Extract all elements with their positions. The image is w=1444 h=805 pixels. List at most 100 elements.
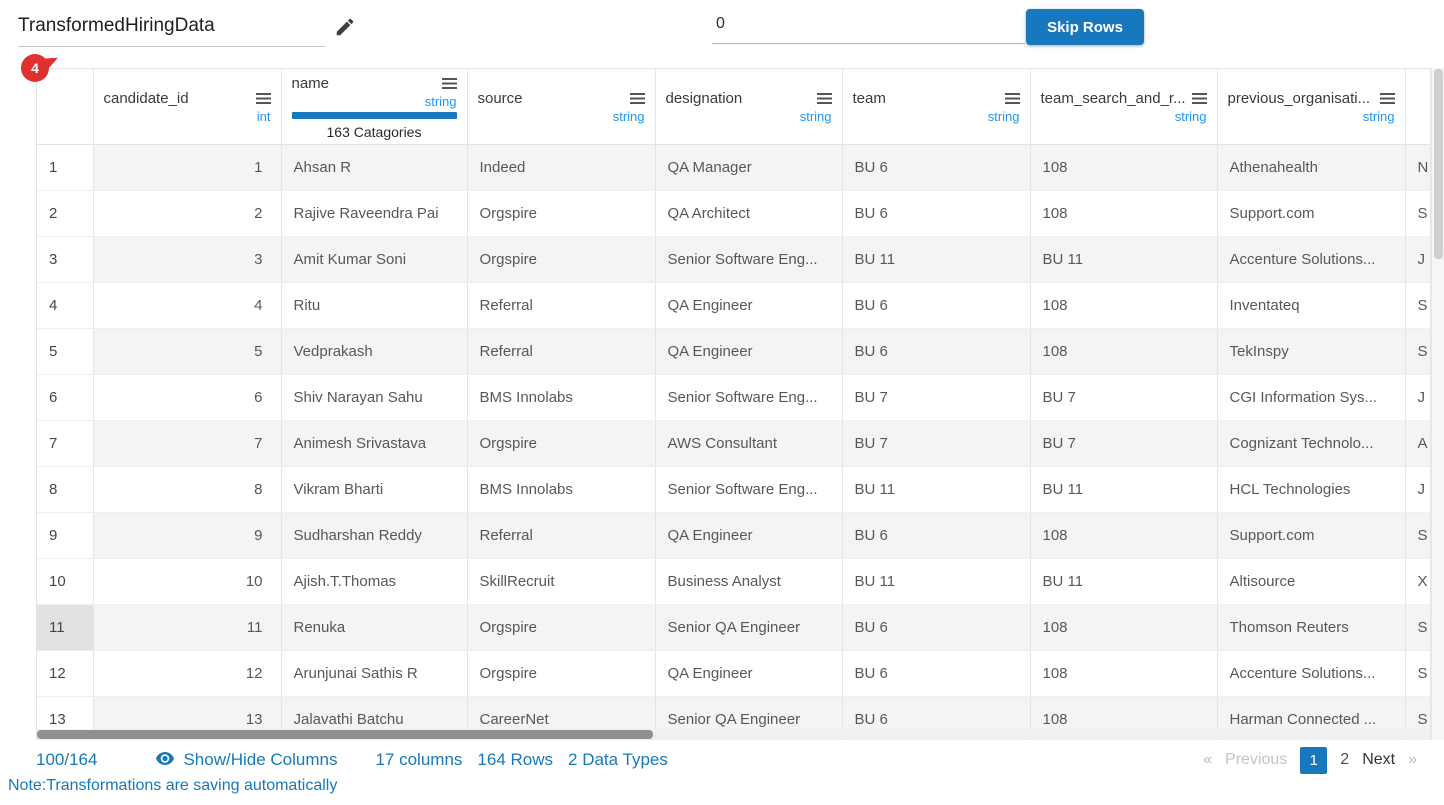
- horizontal-scrollbar[interactable]: [37, 729, 1430, 740]
- cell-team[interactable]: BU 11: [842, 559, 1030, 605]
- cell-name[interactable]: Arunjunai Sathis R: [281, 651, 467, 697]
- cell-candidate_id[interactable]: 10: [93, 559, 281, 605]
- cell-overflow[interactable]: J: [1405, 375, 1431, 421]
- cell-candidate_id[interactable]: 4: [93, 283, 281, 329]
- column-menu-icon[interactable]: [1380, 93, 1395, 104]
- cell-designation[interactable]: Business Analyst: [655, 559, 842, 605]
- cell-source[interactable]: Orgspire: [467, 605, 655, 651]
- column-header-candidate_id[interactable]: candidate_id int: [93, 69, 281, 145]
- table-row[interactable]: 44RituReferralQA EngineerBU 6108Inventat…: [37, 283, 1431, 329]
- cell-previous_organisation[interactable]: Thomson Reuters: [1217, 605, 1405, 651]
- table-row[interactable]: 11Ahsan RIndeedQA ManagerBU 6108Athenahe…: [37, 145, 1431, 191]
- cell-designation[interactable]: AWS Consultant: [655, 421, 842, 467]
- cell-source[interactable]: BMS Innolabs: [467, 467, 655, 513]
- cell-team_search_and_result[interactable]: 108: [1030, 651, 1217, 697]
- cell-candidate_id[interactable]: 11: [93, 605, 281, 651]
- cell-previous_organisation[interactable]: Cognizant Technolo...: [1217, 421, 1405, 467]
- column-menu-icon[interactable]: [442, 78, 457, 89]
- cell-designation[interactable]: Senior QA Engineer: [655, 605, 842, 651]
- cell-team[interactable]: BU 11: [842, 237, 1030, 283]
- column-header-team[interactable]: team string: [842, 69, 1030, 145]
- cell-team_search_and_result[interactable]: 108: [1030, 513, 1217, 559]
- cell-candidate_id[interactable]: 3: [93, 237, 281, 283]
- cell-name[interactable]: Renuka: [281, 605, 467, 651]
- cell-designation[interactable]: QA Engineer: [655, 513, 842, 559]
- cell-candidate_id[interactable]: 7: [93, 421, 281, 467]
- column-menu-icon[interactable]: [1005, 93, 1020, 104]
- row-number[interactable]: 9: [37, 513, 93, 559]
- cell-overflow[interactable]: S: [1405, 329, 1431, 375]
- cell-team_search_and_result[interactable]: 108: [1030, 145, 1217, 191]
- row-number[interactable]: 7: [37, 421, 93, 467]
- cell-team[interactable]: BU 6: [842, 651, 1030, 697]
- cell-previous_organisation[interactable]: Altisource: [1217, 559, 1405, 605]
- table-row[interactable]: 1111RenukaOrgspireSenior QA EngineerBU 6…: [37, 605, 1431, 651]
- row-number[interactable]: 5: [37, 329, 93, 375]
- cell-overflow[interactable]: S: [1405, 283, 1431, 329]
- column-header-source[interactable]: source string: [467, 69, 655, 145]
- row-number[interactable]: 6: [37, 375, 93, 421]
- cell-previous_organisation[interactable]: HCL Technologies: [1217, 467, 1405, 513]
- row-number[interactable]: 11: [37, 605, 93, 651]
- cell-overflow[interactable]: A: [1405, 421, 1431, 467]
- column-header-designation[interactable]: designation string: [655, 69, 842, 145]
- cell-designation[interactable]: Senior Software Eng...: [655, 375, 842, 421]
- cell-source[interactable]: Orgspire: [467, 237, 655, 283]
- cell-designation[interactable]: QA Engineer: [655, 651, 842, 697]
- cell-previous_organisation[interactable]: Accenture Solutions...: [1217, 237, 1405, 283]
- cell-team_search_and_result[interactable]: 108: [1030, 605, 1217, 651]
- pagination-page-1[interactable]: 1: [1300, 747, 1327, 774]
- cell-previous_organisation[interactable]: TekInspy: [1217, 329, 1405, 375]
- cell-team_search_and_result[interactable]: BU 11: [1030, 467, 1217, 513]
- table-row[interactable]: 66Shiv Narayan SahuBMS InnolabsSenior So…: [37, 375, 1431, 421]
- cell-name[interactable]: Amit Kumar Soni: [281, 237, 467, 283]
- cell-name[interactable]: Shiv Narayan Sahu: [281, 375, 467, 421]
- skip-rows-button[interactable]: Skip Rows: [1026, 9, 1144, 45]
- cell-previous_organisation[interactable]: Support.com: [1217, 191, 1405, 237]
- pagination-first-icon[interactable]: «: [1203, 751, 1212, 769]
- cell-previous_organisation[interactable]: Inventateq: [1217, 283, 1405, 329]
- cell-overflow[interactable]: S: [1405, 651, 1431, 697]
- row-number[interactable]: 1: [37, 145, 93, 191]
- cell-source[interactable]: Referral: [467, 513, 655, 559]
- cell-team[interactable]: BU 6: [842, 283, 1030, 329]
- show-hide-columns-button[interactable]: Show/Hide Columns: [155, 750, 337, 770]
- cell-source[interactable]: Referral: [467, 283, 655, 329]
- cell-team[interactable]: BU 6: [842, 329, 1030, 375]
- column-menu-icon[interactable]: [630, 93, 645, 104]
- column-menu-icon[interactable]: [817, 93, 832, 104]
- dataset-name-input[interactable]: [18, 9, 325, 47]
- table-row[interactable]: 77Animesh SrivastavaOrgspireAWS Consulta…: [37, 421, 1431, 467]
- cell-designation[interactable]: Senior Software Eng...: [655, 237, 842, 283]
- table-row[interactable]: 33Amit Kumar SoniOrgspireSenior Software…: [37, 237, 1431, 283]
- cell-previous_organisation[interactable]: CGI Information Sys...: [1217, 375, 1405, 421]
- horizontal-scrollbar-thumb[interactable]: [37, 730, 653, 739]
- table-row[interactable]: 99Sudharshan ReddyReferralQA EngineerBU …: [37, 513, 1431, 559]
- cell-name[interactable]: Vedprakash: [281, 329, 467, 375]
- cell-overflow[interactable]: S: [1405, 605, 1431, 651]
- cell-candidate_id[interactable]: 12: [93, 651, 281, 697]
- table-row[interactable]: 22Rajive Raveendra PaiOrgspireQA Archite…: [37, 191, 1431, 237]
- column-menu-icon[interactable]: [1192, 93, 1207, 104]
- cell-overflow[interactable]: S: [1405, 513, 1431, 559]
- cell-name[interactable]: Ahsan R: [281, 145, 467, 191]
- vertical-scrollbar-thumb[interactable]: [1434, 69, 1443, 259]
- table-row[interactable]: 55VedprakashReferralQA EngineerBU 6108Te…: [37, 329, 1431, 375]
- pagination-page-2[interactable]: 2: [1340, 751, 1349, 769]
- cell-source[interactable]: Indeed: [467, 145, 655, 191]
- row-number[interactable]: 4: [37, 283, 93, 329]
- cell-team_search_and_result[interactable]: BU 11: [1030, 237, 1217, 283]
- cell-name[interactable]: Sudharshan Reddy: [281, 513, 467, 559]
- vertical-scrollbar[interactable]: [1431, 68, 1444, 740]
- row-number[interactable]: 3: [37, 237, 93, 283]
- cell-team[interactable]: BU 6: [842, 513, 1030, 559]
- column-header-team_search_and_result[interactable]: team_search_and_r... string: [1030, 69, 1217, 145]
- cell-candidate_id[interactable]: 5: [93, 329, 281, 375]
- cell-team[interactable]: BU 7: [842, 421, 1030, 467]
- column-header-name[interactable]: name string 163 Catagories: [281, 69, 467, 145]
- cell-previous_organisation[interactable]: Athenahealth: [1217, 145, 1405, 191]
- cell-team_search_and_result[interactable]: BU 7: [1030, 421, 1217, 467]
- cell-team[interactable]: BU 6: [842, 605, 1030, 651]
- cell-team[interactable]: BU 7: [842, 375, 1030, 421]
- cell-previous_organisation[interactable]: Accenture Solutions...: [1217, 651, 1405, 697]
